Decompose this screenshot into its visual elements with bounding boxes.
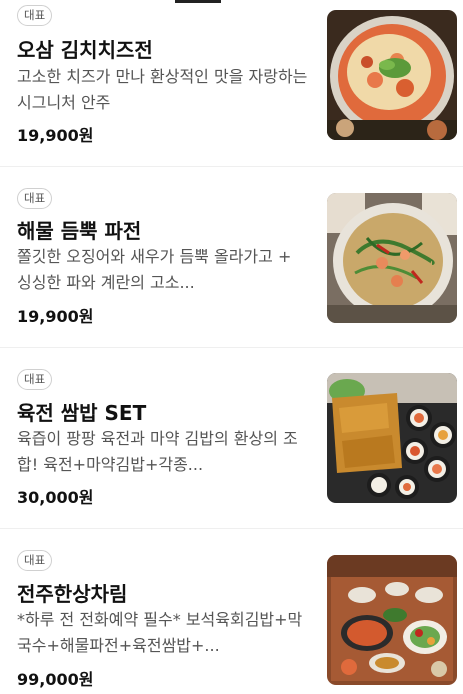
menu-item-photo[interactable]: [327, 555, 457, 685]
menu-item-photo[interactable]: [327, 193, 457, 323]
signature-badge: 대표: [17, 369, 53, 390]
menu-item-name: 오삼 김치치즈전: [17, 38, 153, 62]
menu-item-photo[interactable]: [327, 10, 457, 140]
signature-badge: 대표: [17, 188, 53, 209]
menu-item-price: 19,900원: [17, 126, 94, 145]
menu-item-description: 쫄깃한 오징어와 새우가 듬뿍 올라가고 + 싱싱한 파와 계란의 고소...: [17, 247, 292, 292]
menu-item-name: 전주한상차림: [17, 582, 128, 606]
seafood-green-onion-pancake-photo: [327, 193, 457, 323]
menu-item-description: 고소한 치즈가 만나 환상적인 맛을 자랑하는 시그니처 안주: [17, 67, 308, 112]
menu-item-description: *하루 전 전화예약 필수* 보석육회김밥+막국수+해물파전+육전쌈밥+...: [17, 610, 303, 655]
menu-item[interactable]: 대표 해물 듬뿍 파전 쫄깃한 오징어와 새우가 듬뿍 올라가고 + 싱싱한 파…: [0, 167, 463, 348]
menu-item[interactable]: 대표 오삼 김치치즈전 고소한 치즈가 만나 환상적인 맛을 자랑하는 시그니처…: [0, 0, 463, 167]
menu-item-price: 30,000원: [17, 488, 94, 507]
menu-item-description: 육즙이 팡팡 육전과 마약 김밥의 환상의 조합! 육전+마약김밥+각종...: [17, 429, 298, 474]
menu-item-price: 99,000원: [17, 670, 94, 689]
menu-page: 대표 오삼 김치치즈전 고소한 치즈가 만나 환상적인 맛을 자랑하는 시그니처…: [0, 0, 463, 694]
menu-item[interactable]: 대표 육전 쌈밥 SET 육즙이 팡팡 육전과 마약 김밥의 환상의 조합! 육…: [0, 348, 463, 529]
jeonju-full-table-photo: [327, 555, 457, 685]
menu-item-price: 19,900원: [17, 307, 94, 326]
menu-item-photo[interactable]: [327, 373, 457, 503]
menu-item-name: 육전 쌈밥 SET: [17, 401, 147, 425]
signature-badge: 대표: [17, 5, 53, 26]
kimchi-cheese-pancake-photo: [327, 10, 457, 140]
beef-pancake-ssambap-set-photo: [327, 373, 457, 503]
menu-item[interactable]: 대표 전주한상차림 *하루 전 전화예약 필수* 보석육회김밥+막국수+해물파전…: [0, 529, 463, 694]
signature-badge: 대표: [17, 550, 53, 571]
menu-item-name: 해물 듬뿍 파전: [17, 219, 142, 243]
